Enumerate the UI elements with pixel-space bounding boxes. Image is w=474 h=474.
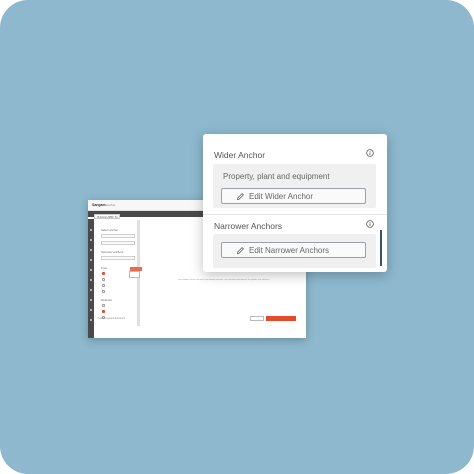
rail-icon[interactable] [90,249,92,251]
sidebar-checkbox[interactable] [102,304,105,307]
edit-narrower-anchors-button[interactable]: Edit Narrower Anchors [221,242,366,258]
rail-icon[interactable] [90,269,92,271]
confirm-button[interactable] [266,316,296,321]
sidebar-checkbox[interactable] [102,310,105,313]
sidebar-field[interactable] [101,256,135,260]
app-document-tab[interactable]: IS Forms NBC Tg [94,214,120,219]
sidebar-label: Methods [101,298,112,302]
narrower-anchors-header: Narrower Anchors [214,219,374,235]
sidebar-field[interactable] [101,234,135,238]
sidebar-checkbox[interactable] [102,272,105,275]
wider-anchor-title: Wider Anchor [214,150,266,160]
wider-anchor-value: Property, plant and equipment [223,172,330,181]
rail-icon[interactable] [90,239,92,241]
sidebar-checkbox[interactable] [102,290,105,293]
sidebar-label: Select anchor [101,228,119,232]
app-logo: Sangam [92,203,106,207]
edit-narrower-anchors-label: Edit Narrower Anchors [249,245,330,255]
cancel-button[interactable] [250,316,264,321]
info-icon[interactable] [366,149,374,157]
section-divider [203,214,387,215]
sidebar-label: Narrower anchors [101,250,124,254]
footer-status-text: Select a parent document [98,317,126,320]
rail-icon[interactable] [90,279,92,281]
anchor-detail-panel: Wider Anchor Property, plant and equipme… [203,134,387,272]
rail-icon[interactable] [90,309,92,311]
sidebar-checkbox[interactable] [102,284,105,287]
info-icon[interactable] [366,220,374,228]
narrower-anchors-title: Narrower Anchors [214,221,283,231]
edit-wider-anchor-label: Edit Wider Anchor [249,191,314,201]
rail-icon[interactable] [90,259,92,261]
app-left-rail [88,219,94,338]
wider-anchor-header: Wider Anchor [214,148,374,164]
pencil-icon [236,246,244,254]
app-nav-item[interactable]: Anchor [106,203,116,207]
narrower-anchors-card: Edit Narrower Anchors [213,234,376,268]
rail-icon[interactable] [90,299,92,301]
rail-icon[interactable] [90,319,92,321]
sidebar-label: Type [101,266,108,270]
panel-scrollbar[interactable] [380,230,382,266]
rail-icon[interactable] [90,289,92,291]
pencil-icon [236,192,244,200]
edit-wider-anchor-button[interactable]: Edit Wider Anchor [221,188,366,204]
sidebar-checkbox[interactable] [102,278,105,281]
rail-icon[interactable] [90,229,92,231]
wider-anchor-card: Property, plant and equipment Edit Wider… [213,164,376,208]
empty-state-text: Get started: select anchors and review c… [178,279,270,281]
sidebar-field[interactable] [101,241,135,245]
document-stack-icon [129,271,140,278]
